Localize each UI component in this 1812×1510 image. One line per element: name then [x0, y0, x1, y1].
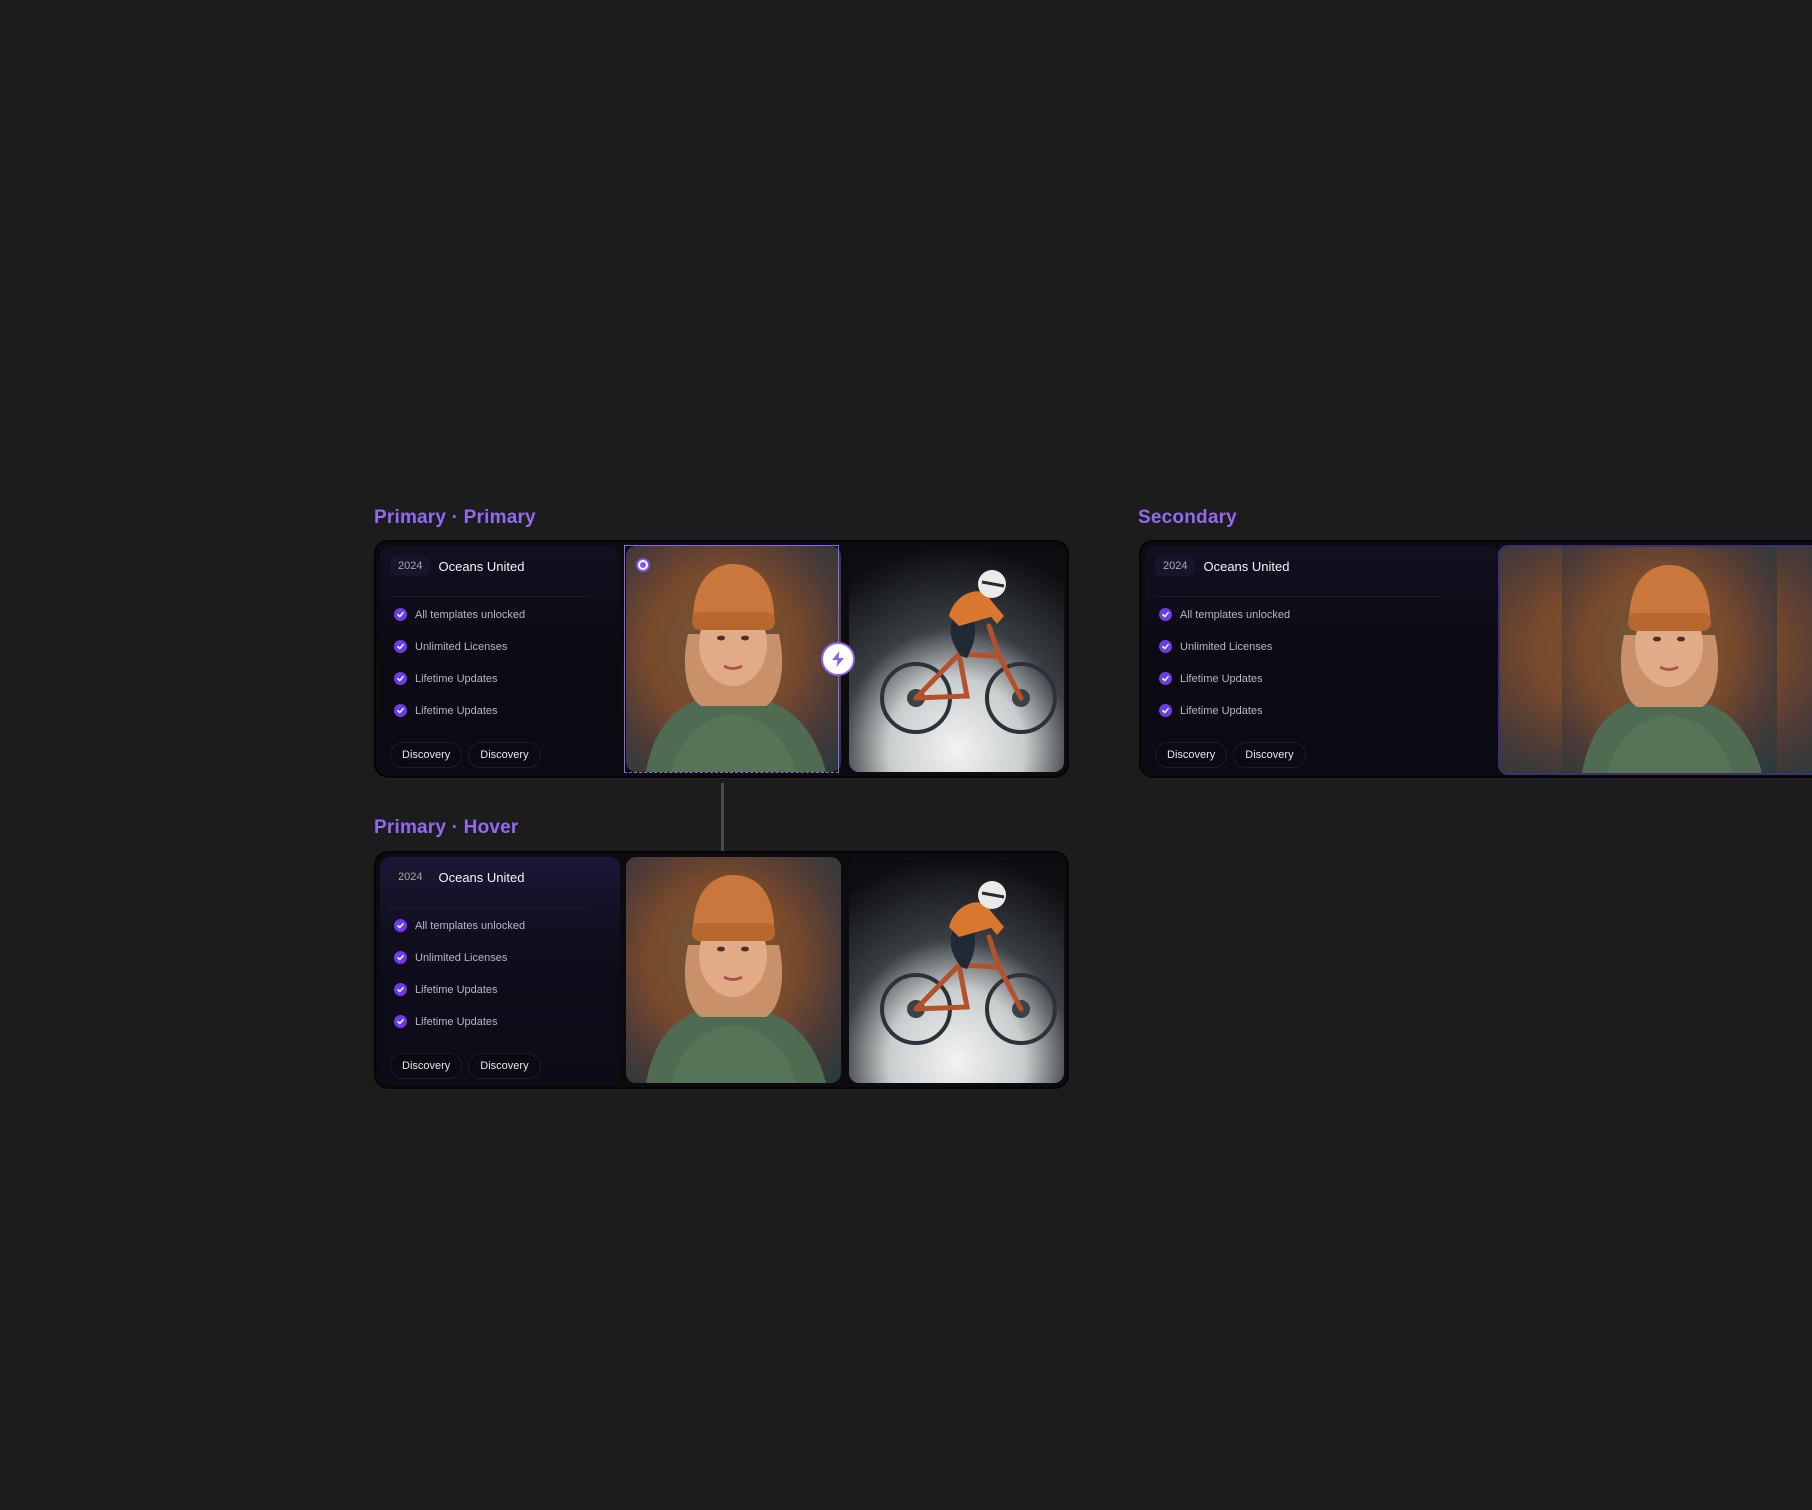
- section-label-secondary: Secondary: [1138, 507, 1237, 528]
- feature-label: Lifetime Updates: [415, 704, 498, 717]
- check-circle-icon: [394, 919, 407, 932]
- biker-image[interactable]: [849, 546, 1064, 772]
- year-badge: 2024: [1155, 556, 1196, 576]
- feature-label: All templates unlocked: [415, 919, 526, 932]
- card-title: Oceans United: [438, 870, 525, 885]
- tag-list: Discovery Discovery: [390, 742, 541, 768]
- connector-line: [721, 783, 724, 851]
- check-circle-icon: [394, 983, 407, 996]
- tag-discovery[interactable]: Discovery: [1155, 742, 1228, 768]
- year-badge: 2024: [390, 556, 431, 576]
- subscription-card-hover[interactable]: 2024 Oceans United All templates unlocke…: [374, 851, 1069, 1089]
- subscription-card-primary[interactable]: 2024 Oceans United All templates unlocke…: [374, 540, 1069, 778]
- check-circle-icon: [394, 672, 407, 685]
- feature-label: All templates unlocked: [415, 608, 526, 621]
- section-label-primary-hover: Primary · Hover: [374, 817, 519, 838]
- tag-discovery[interactable]: Discovery: [468, 1053, 541, 1079]
- feature-item: Unlimited Licenses: [394, 640, 507, 653]
- check-circle-icon: [1159, 672, 1172, 685]
- feature-item: Lifetime Updates: [394, 983, 498, 996]
- biker-image[interactable]: [849, 857, 1064, 1083]
- portrait-image-wide[interactable]: [1498, 545, 1812, 775]
- check-circle-icon: [394, 608, 407, 621]
- card-info-panel: 2024 Oceans United All templates unlocke…: [380, 546, 620, 772]
- tag-list: Discovery Discovery: [390, 1053, 541, 1079]
- tag-discovery[interactable]: Discovery: [390, 1053, 463, 1079]
- feature-item: All templates unlocked: [394, 608, 525, 621]
- year-badge: 2024: [390, 867, 431, 887]
- lightning-bolt-icon[interactable]: [821, 642, 855, 676]
- feature-label: Lifetime Updates: [1180, 704, 1263, 717]
- card-title: Oceans United: [1203, 559, 1290, 574]
- section-label-primary-primary: Primary · Primary: [374, 507, 536, 528]
- portrait-image[interactable]: [626, 857, 841, 1083]
- feature-item: Lifetime Updates: [394, 704, 498, 717]
- feature-label: Unlimited Licenses: [415, 951, 508, 964]
- card-info-panel: 2024 Oceans United All templates unlocke…: [1145, 546, 1500, 772]
- feature-label: Lifetime Updates: [1180, 672, 1263, 685]
- tag-discovery[interactable]: Discovery: [1233, 742, 1306, 768]
- card-title: Oceans United: [438, 559, 525, 574]
- feature-label: Lifetime Updates: [415, 1015, 498, 1028]
- portrait-image[interactable]: [626, 546, 841, 772]
- feature-item: All templates unlocked: [394, 919, 525, 932]
- feature-label: Unlimited Licenses: [1180, 640, 1273, 653]
- card-header: 2024 Oceans United: [1155, 556, 1440, 597]
- check-circle-icon: [394, 951, 407, 964]
- feature-label: Lifetime Updates: [415, 983, 498, 996]
- tag-discovery[interactable]: Discovery: [468, 742, 541, 768]
- radio-handle-icon[interactable]: [636, 558, 650, 572]
- feature-label: Unlimited Licenses: [415, 640, 508, 653]
- tag-discovery[interactable]: Discovery: [390, 742, 463, 768]
- check-circle-icon: [1159, 608, 1172, 621]
- card-header: 2024 Oceans United: [390, 867, 590, 908]
- check-circle-icon: [394, 640, 407, 653]
- feature-item: All templates unlocked: [1159, 608, 1290, 621]
- feature-item: Lifetime Updates: [394, 1015, 498, 1028]
- check-circle-icon: [394, 1015, 407, 1028]
- feature-item: Lifetime Updates: [1159, 704, 1263, 717]
- feature-item: Lifetime Updates: [394, 672, 498, 685]
- feature-item: Unlimited Licenses: [394, 951, 507, 964]
- check-circle-icon: [394, 704, 407, 717]
- tag-list: Discovery Discovery: [1155, 742, 1306, 768]
- feature-label: All templates unlocked: [1180, 608, 1291, 621]
- feature-label: Lifetime Updates: [415, 672, 498, 685]
- card-header: 2024 Oceans United: [390, 556, 590, 597]
- card-info-panel: 2024 Oceans United All templates unlocke…: [380, 857, 620, 1083]
- check-circle-icon: [1159, 640, 1172, 653]
- feature-item: Lifetime Updates: [1159, 672, 1263, 685]
- check-circle-icon: [1159, 704, 1172, 717]
- feature-item: Unlimited Licenses: [1159, 640, 1272, 653]
